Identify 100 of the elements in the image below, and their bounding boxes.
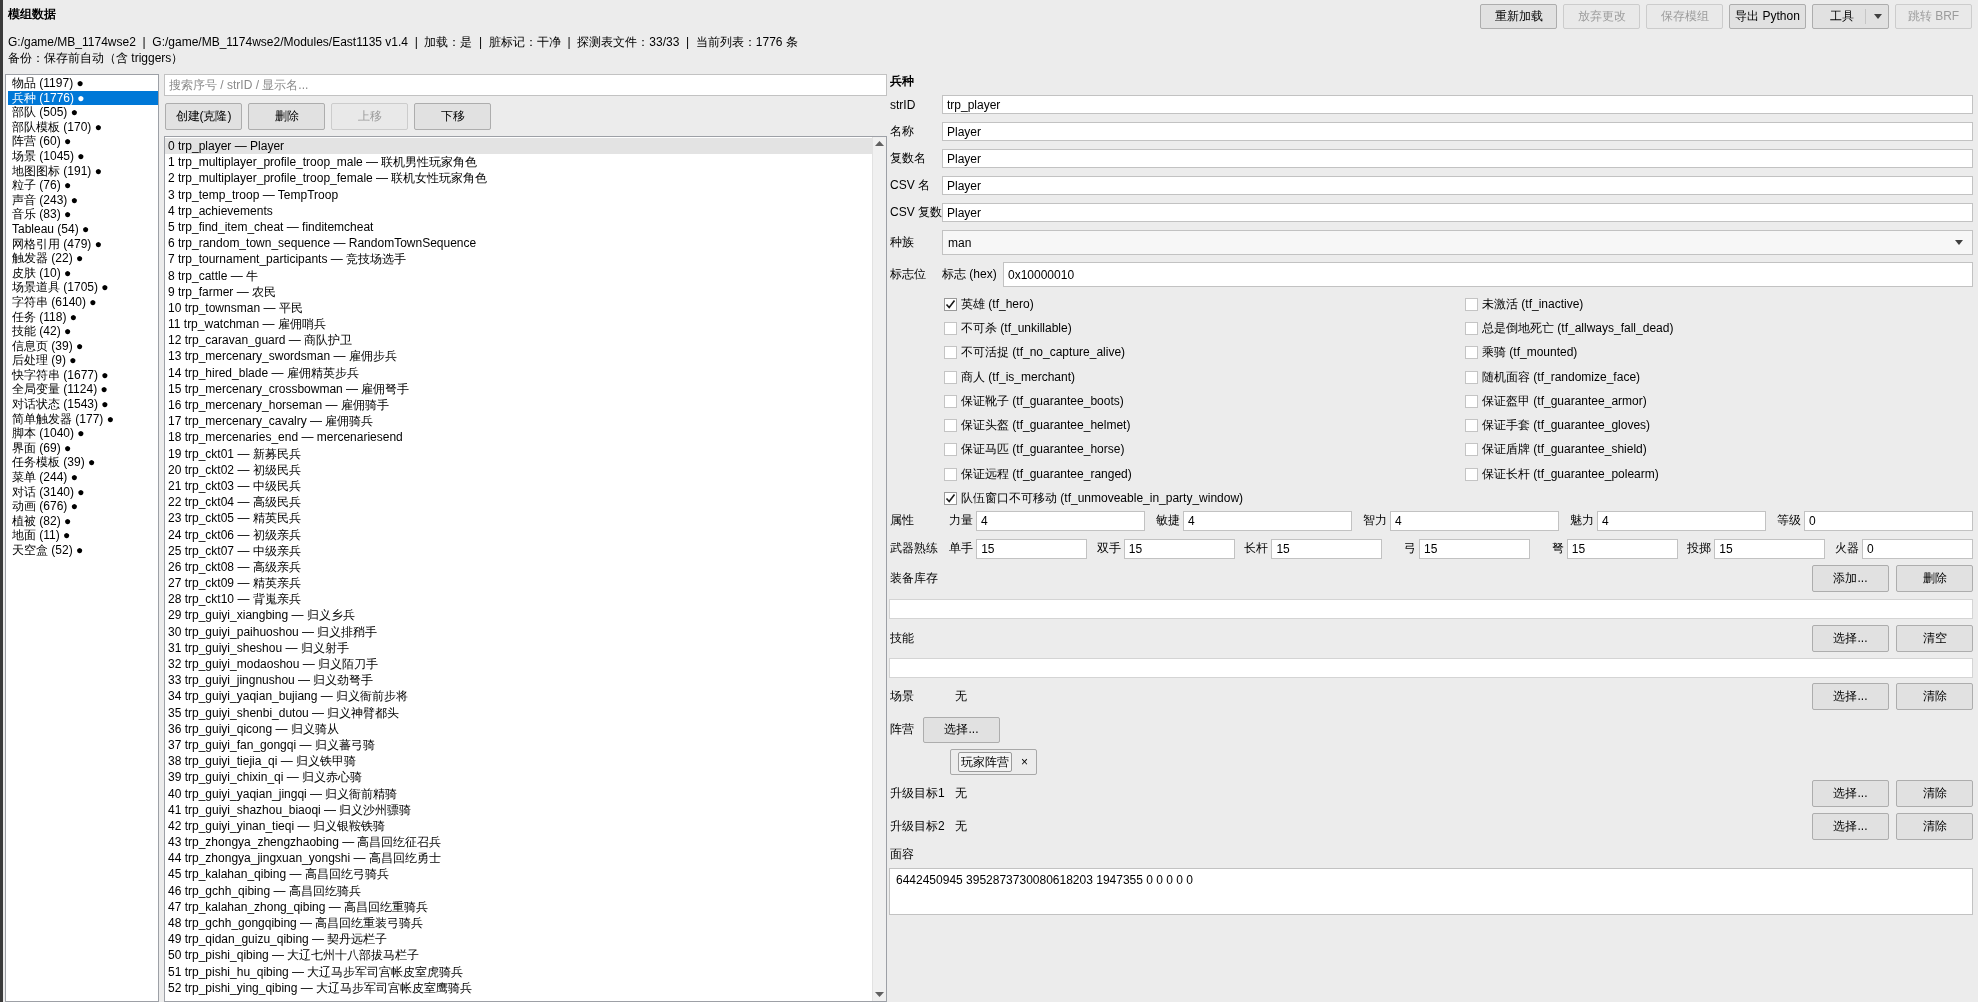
troop-list-item[interactable]: 46 trp_gchh_qibing — 高昌回纥骑兵 — [165, 882, 872, 899]
number-field[interactable]: 0 — [1862, 538, 1973, 559]
flag-checkbox[interactable]: 商人 (tf_is_merchant) — [944, 364, 1465, 390]
face-code-field[interactable]: 6442450945 3952873730080618203 1947355 0 0 0 0 0 — [889, 867, 1973, 915]
troop-list-item[interactable]: 48 trp_gchh_gongqibing — 高昌回纥重装弓骑兵 — [165, 915, 872, 932]
troop-list-item[interactable]: 12 trp_caravan_guard — 商队护卫 — [165, 332, 872, 349]
troop-list-item[interactable]: 44 trp_zhongya_jingxuan_yongshi — 高昌回纥勇士 — [165, 850, 872, 867]
text-field[interactable]: Player — [942, 203, 1973, 222]
text-field[interactable]: Player — [942, 122, 1973, 141]
troop-list-item[interactable]: 49 trp_qidan_guizu_qibing — 契丹远栏子 — [165, 931, 872, 948]
troop-list-item[interactable]: 25 trp_ckt07 — 中级亲兵 — [165, 542, 872, 559]
category-item[interactable]: 植被 (82) ● — [8, 513, 158, 529]
flag-checkbox[interactable]: 总是倒地死亡 (tf_allways_fall_dead) — [1465, 316, 1973, 341]
list-action-button[interactable]: 创建(克隆) — [165, 103, 242, 130]
action-button[interactable]: 选择... — [1812, 780, 1889, 808]
flag-checkbox[interactable]: 不可杀 (tf_unkillable) — [944, 316, 1465, 341]
category-item[interactable]: 部队 (505) ● — [8, 105, 158, 120]
troop-list-item[interactable]: 10 trp_townsman — 平民 — [165, 299, 872, 317]
troop-list-item[interactable]: 27 trp_ckt09 — 精英亲兵 — [165, 575, 872, 592]
toolbar-button[interactable]: 重新加载 — [1480, 4, 1557, 29]
category-item[interactable]: 天空盒 (52) ● — [8, 543, 158, 558]
category-item[interactable]: 地面 (11) ● — [8, 528, 158, 543]
category-item[interactable]: 技能 (42) ● — [8, 324, 158, 339]
troop-list-item[interactable]: 3 trp_temp_troop — TempTroop — [165, 186, 872, 203]
flag-checkbox[interactable]: 英雄 (tf_hero) — [944, 292, 1465, 317]
action-button[interactable]: 选择... — [1812, 812, 1889, 840]
troop-list-item[interactable]: 45 trp_kalahan_qibing — 高昌回纥弓骑兵 — [165, 866, 872, 883]
troop-list-item[interactable]: 15 trp_mercenary_crossbowman — 雇佣弩手 — [165, 380, 872, 397]
category-item[interactable]: 快字符串 (1677) ● — [8, 367, 158, 383]
list-action-button[interactable]: 下移 — [414, 103, 491, 130]
flag-checkbox[interactable]: 队伍窗口不可移动 (tf_unmoveable_in_party_window) — [944, 486, 1465, 511]
troop-list-item[interactable]: 47 trp_kalahan_zhong_qibing — 高昌回纥重骑兵 — [165, 898, 872, 915]
action-button[interactable]: 清除 — [1896, 682, 1973, 710]
action-button[interactable]: 选择... — [1812, 682, 1889, 710]
action-button[interactable]: 添加... — [1812, 564, 1889, 592]
scrollbar[interactable] — [872, 137, 886, 1001]
text-field[interactable]: Player — [942, 176, 1973, 195]
troop-list-item[interactable]: 7 trp_tournament_participants — 竞技场选手 — [165, 251, 872, 268]
troop-list-item[interactable]: 20 trp_ckt02 — 初级民兵 — [165, 461, 872, 478]
flag-checkbox[interactable]: 乘骑 (tf_mounted) — [1465, 340, 1973, 365]
remove-tag-button[interactable]: × — [1021, 754, 1028, 769]
category-item[interactable]: 物品 (1197) ● — [8, 76, 158, 91]
troop-list-item[interactable]: 32 trp_guiyi_modaoshou — 归义陌刀手 — [165, 656, 872, 673]
troop-list-item[interactable]: 16 trp_mercenary_horseman — 雇佣骑手 — [165, 397, 872, 414]
troop-list-item[interactable]: 51 trp_pishi_hu_qibing — 大辽马步军司宫帐皮室虎骑兵 — [165, 963, 872, 980]
flag-checkbox[interactable]: 保证长杆 (tf_guarantee_polearm) — [1465, 462, 1973, 487]
flag-checkbox[interactable]: 保证靴子 (tf_guarantee_boots) — [944, 389, 1465, 414]
category-item[interactable]: 网格引用 (479) ● — [8, 236, 158, 252]
category-item[interactable]: 部队模板 (170) ● — [8, 119, 158, 135]
category-item[interactable]: 场景 (1045) ● — [8, 148, 158, 164]
text-field[interactable]: trp_player — [942, 95, 1973, 114]
troop-list-item[interactable]: 33 trp_guiyi_jingnushou — 归义劲弩手 — [165, 672, 872, 689]
troop-list-item[interactable]: 2 trp_multiplayer_profile_troop_female — 联机女性玩家角色 — [165, 170, 872, 187]
troop-list-item[interactable]: 31 trp_guiyi_sheshou — 归义射手 — [165, 639, 872, 656]
troop-list-item[interactable]: 29 trp_guiyi_xiangbing — 归义乡兵 — [165, 607, 872, 624]
troop-list-item[interactable]: 52 trp_pishi_ying_qibing — 大辽马步军司宫帐皮室鹰骑兵 — [165, 979, 872, 996]
troop-list-item[interactable]: 43 trp_zhongya_zhengzhaobing — 高昌回纥征召兵 — [165, 834, 872, 851]
troop-list-item[interactable]: 6 trp_random_town_sequence — RandomTownSequence — [165, 235, 872, 252]
number-field[interactable]: 15 — [1123, 538, 1235, 559]
troop-list-item[interactable]: 35 trp_guiyi_shenbi_dutou — 归义神臂都头 — [165, 704, 872, 721]
number-field[interactable]: 4 — [976, 510, 1145, 531]
text-field[interactable]: Player — [942, 149, 1973, 168]
action-button[interactable]: 清空 — [1896, 624, 1973, 652]
troop-list-item[interactable]: 28 trp_ckt10 — 背嵬亲兵 — [165, 591, 872, 608]
troop-list-item[interactable]: 40 trp_guiyi_yaqian_jingqi — 归义衙前精骑 — [165, 785, 872, 802]
category-item[interactable]: 字符串 (6140) ● — [8, 294, 158, 310]
flag-checkbox[interactable]: 保证头盔 (tf_guarantee_helmet) — [944, 413, 1465, 438]
action-button[interactable]: 清除 — [1896, 780, 1973, 808]
flag-checkbox[interactable]: 保证手套 (tf_guarantee_gloves) — [1465, 413, 1973, 438]
number-field[interactable]: 15 — [1271, 538, 1383, 559]
category-item[interactable]: 对话状态 (1543) ● — [8, 397, 158, 412]
troop-list-item[interactable]: 0 trp_player — Player — [165, 138, 872, 155]
troop-list-item[interactable]: 39 trp_guiyi_chixin_qi — 归义赤心骑 — [165, 769, 872, 786]
troop-list-item[interactable]: 37 trp_guiyi_fan_gongqi — 归义蕃弓骑 — [165, 736, 872, 754]
troop-list-item[interactable]: 42 trp_guiyi_yinan_tieqi — 归义银鞍铁骑 — [165, 817, 872, 835]
faction-tag-label[interactable]: 玩家阵营 — [958, 751, 1012, 772]
number-field[interactable]: 4 — [1390, 510, 1559, 531]
list-action-button[interactable]: 删除 — [248, 103, 325, 130]
troop-list-item[interactable]: 19 trp_ckt01 — 新募民兵 — [165, 445, 872, 462]
troop-list-item[interactable]: 34 trp_guiyi_yaqian_bujiang — 归义衙前步将 — [165, 688, 872, 705]
troop-list-item[interactable]: 4 trp_achievements — [165, 202, 872, 219]
troop-list-item[interactable]: 5 trp_find_item_cheat — finditemcheat — [165, 218, 872, 236]
category-item[interactable]: 皮肤 (10) ● — [8, 265, 158, 281]
flag-checkbox[interactable]: 保证马匹 (tf_guarantee_horse) — [944, 437, 1465, 463]
skills-list[interactable] — [889, 657, 1973, 678]
flag-checkbox[interactable]: 保证盔甲 (tf_guarantee_armor) — [1465, 389, 1973, 414]
number-field[interactable]: 15 — [976, 538, 1088, 559]
category-item[interactable]: 对话 (3140) ● — [8, 484, 158, 500]
troop-list-item[interactable]: 17 trp_mercenary_cavalry — 雇佣骑兵 — [165, 413, 872, 430]
number-field[interactable]: 15 — [1419, 538, 1531, 559]
tools-menu-button[interactable]: 工具 — [1812, 4, 1889, 29]
category-item[interactable]: 任务模板 (39) ● — [8, 455, 158, 471]
troop-list-item[interactable]: 24 trp_ckt06 — 初级亲兵 — [165, 526, 872, 543]
category-item[interactable]: 全局变量 (1124) ● — [8, 382, 158, 398]
troop-list-item[interactable]: 36 trp_guiyi_qicong — 归义骑从 — [165, 720, 872, 737]
category-item[interactable]: 信息页 (39) ● — [8, 338, 158, 354]
troop-list-item[interactable]: 13 trp_mercenary_swordsman — 雇佣步兵 — [165, 348, 872, 365]
category-item[interactable]: 界面 (69) ● — [8, 440, 158, 456]
category-item[interactable]: 地图图标 (191) ● — [8, 163, 158, 179]
troop-list-item[interactable]: 18 trp_mercenaries_end — mercenariesend — [165, 429, 872, 446]
